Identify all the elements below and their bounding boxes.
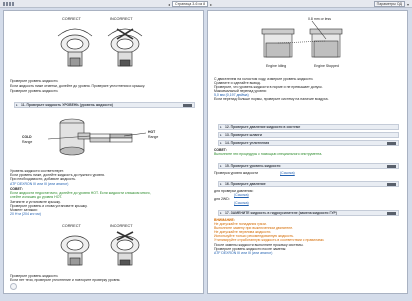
toolbar-grip-icon[interactable]	[3, 1, 15, 6]
step-header-15[interactable]: ▸ 15. Проверьте уровень жидкости	[218, 163, 399, 169]
text-line: При необходимости, добавьте жидкость.	[10, 177, 77, 181]
figure-cap-correct-incorrect-2	[60, 231, 140, 266]
fig2-hot-range: Range	[148, 135, 159, 139]
step-tag-icon	[183, 104, 192, 107]
reference-link[interactable]: (Ссылка)	[234, 193, 249, 197]
collapse-triangle-icon: ▸	[220, 133, 222, 137]
torque-spec: 20 Н·м (204 кгс·см)	[10, 212, 41, 216]
viewer-toolbar: ◂ Страница 3-6 из 8 ▸ Параметры ОД ▾	[0, 0, 412, 8]
step-tag-icon	[387, 183, 396, 186]
text-line: Проверьте уровень жидкости.	[10, 89, 59, 93]
fig-idling-label: Engine Idling	[266, 64, 287, 68]
page-navigator: ◂ Страница 3-6 из 8 ▸	[168, 1, 212, 7]
step-header-14[interactable]: ▸ 14. Проверьте уплотнения	[218, 140, 399, 146]
text-line: Если нет течи, проверьте уплотнение и по…	[10, 278, 121, 282]
next-page-icon[interactable]: ▸	[210, 2, 212, 7]
fig1-incorrect: INCORRECT	[110, 17, 133, 21]
fig2-cold-range: Range	[22, 140, 33, 144]
fig-stopped-label: Engine Stopped	[314, 64, 339, 68]
collapse-triangle-icon: ▸	[220, 125, 222, 129]
fig2-hot: HOT	[148, 130, 156, 134]
fig-depth-label: 0.8 mm or less	[308, 17, 331, 21]
step-tag-icon	[387, 212, 396, 215]
text-line: Проверка уровня жидкости	[214, 171, 259, 175]
text-line: для 2WD:	[214, 197, 230, 201]
reference-link[interactable]: (Ссылка)	[280, 171, 295, 175]
page-indicator[interactable]: Страница 3-6 из 8	[172, 1, 209, 7]
reference-link[interactable]: (Ссылка)	[234, 201, 249, 205]
page-badge-icon[interactable]	[10, 283, 17, 290]
step-tag-icon	[387, 165, 396, 168]
fig1-correct: CORRECT	[62, 17, 81, 21]
collapse-triangle-icon: ▸	[16, 103, 18, 107]
collapse-triangle-icon: ▸	[220, 141, 222, 145]
step-tag-icon	[387, 142, 396, 145]
collapse-triangle-icon: ▸	[220, 182, 222, 186]
chevron-down-icon[interactable]: ▾	[407, 2, 409, 7]
caution-line: Утилизируйте отработанную жидкость в соо…	[214, 238, 325, 242]
collapse-triangle-icon: ▸	[220, 211, 222, 215]
step-header-16[interactable]: ▸ 16. Проверьте давление	[218, 181, 399, 187]
step-header-11[interactable]: ▸ 11. Проверьте жидкость УРОВЕНЬ (уровен…	[14, 102, 195, 108]
hint-line: слейте излишек до уровня HOT.	[10, 195, 63, 199]
fig2-cold: COLD	[22, 135, 32, 139]
text-line: Если перепад больше нормы, проверьте сис…	[214, 97, 329, 101]
step-header-17[interactable]: ▸ 17. ЗАМЕНИТЕ жидкость в гидроусилителе…	[218, 210, 399, 216]
params-area: Параметры ОД ▾	[373, 1, 409, 7]
hint-line: Выполните эти процедуры с помощью специа…	[214, 152, 323, 156]
text-line: Если жидкость ниже отметки, долейте до у…	[10, 84, 146, 88]
figure-cap-correct-incorrect	[57, 28, 143, 67]
prev-page-icon[interactable]: ◂	[168, 2, 170, 7]
fluid-spec: ATF DEXRON III или III (или аналог)	[214, 251, 273, 255]
document-page-left: CORRECT INCORRECT Проверьте уровень жидк…	[3, 10, 204, 294]
fig3-correct: CORRECT	[62, 224, 81, 228]
collapse-triangle-icon: ▸	[220, 164, 222, 168]
step-header-12[interactable]: ▸ 12. Проверьте давление жидкости в сист…	[218, 124, 399, 130]
fluid-spec: ATF DEXRON III или III (или аналог)	[10, 182, 69, 186]
figure-dipstick-range	[47, 118, 147, 156]
fig3-incorrect: INCORRECT	[110, 224, 133, 228]
params-button[interactable]: Параметры ОД	[373, 1, 405, 7]
document-page-right: 0.8 mm or less Engine Idling Engine Stop…	[207, 10, 408, 294]
text-line: Проверьте уровень жидкости.	[10, 79, 59, 83]
step-header-13[interactable]: ▸ 13. Проверьте шланги	[218, 132, 399, 138]
